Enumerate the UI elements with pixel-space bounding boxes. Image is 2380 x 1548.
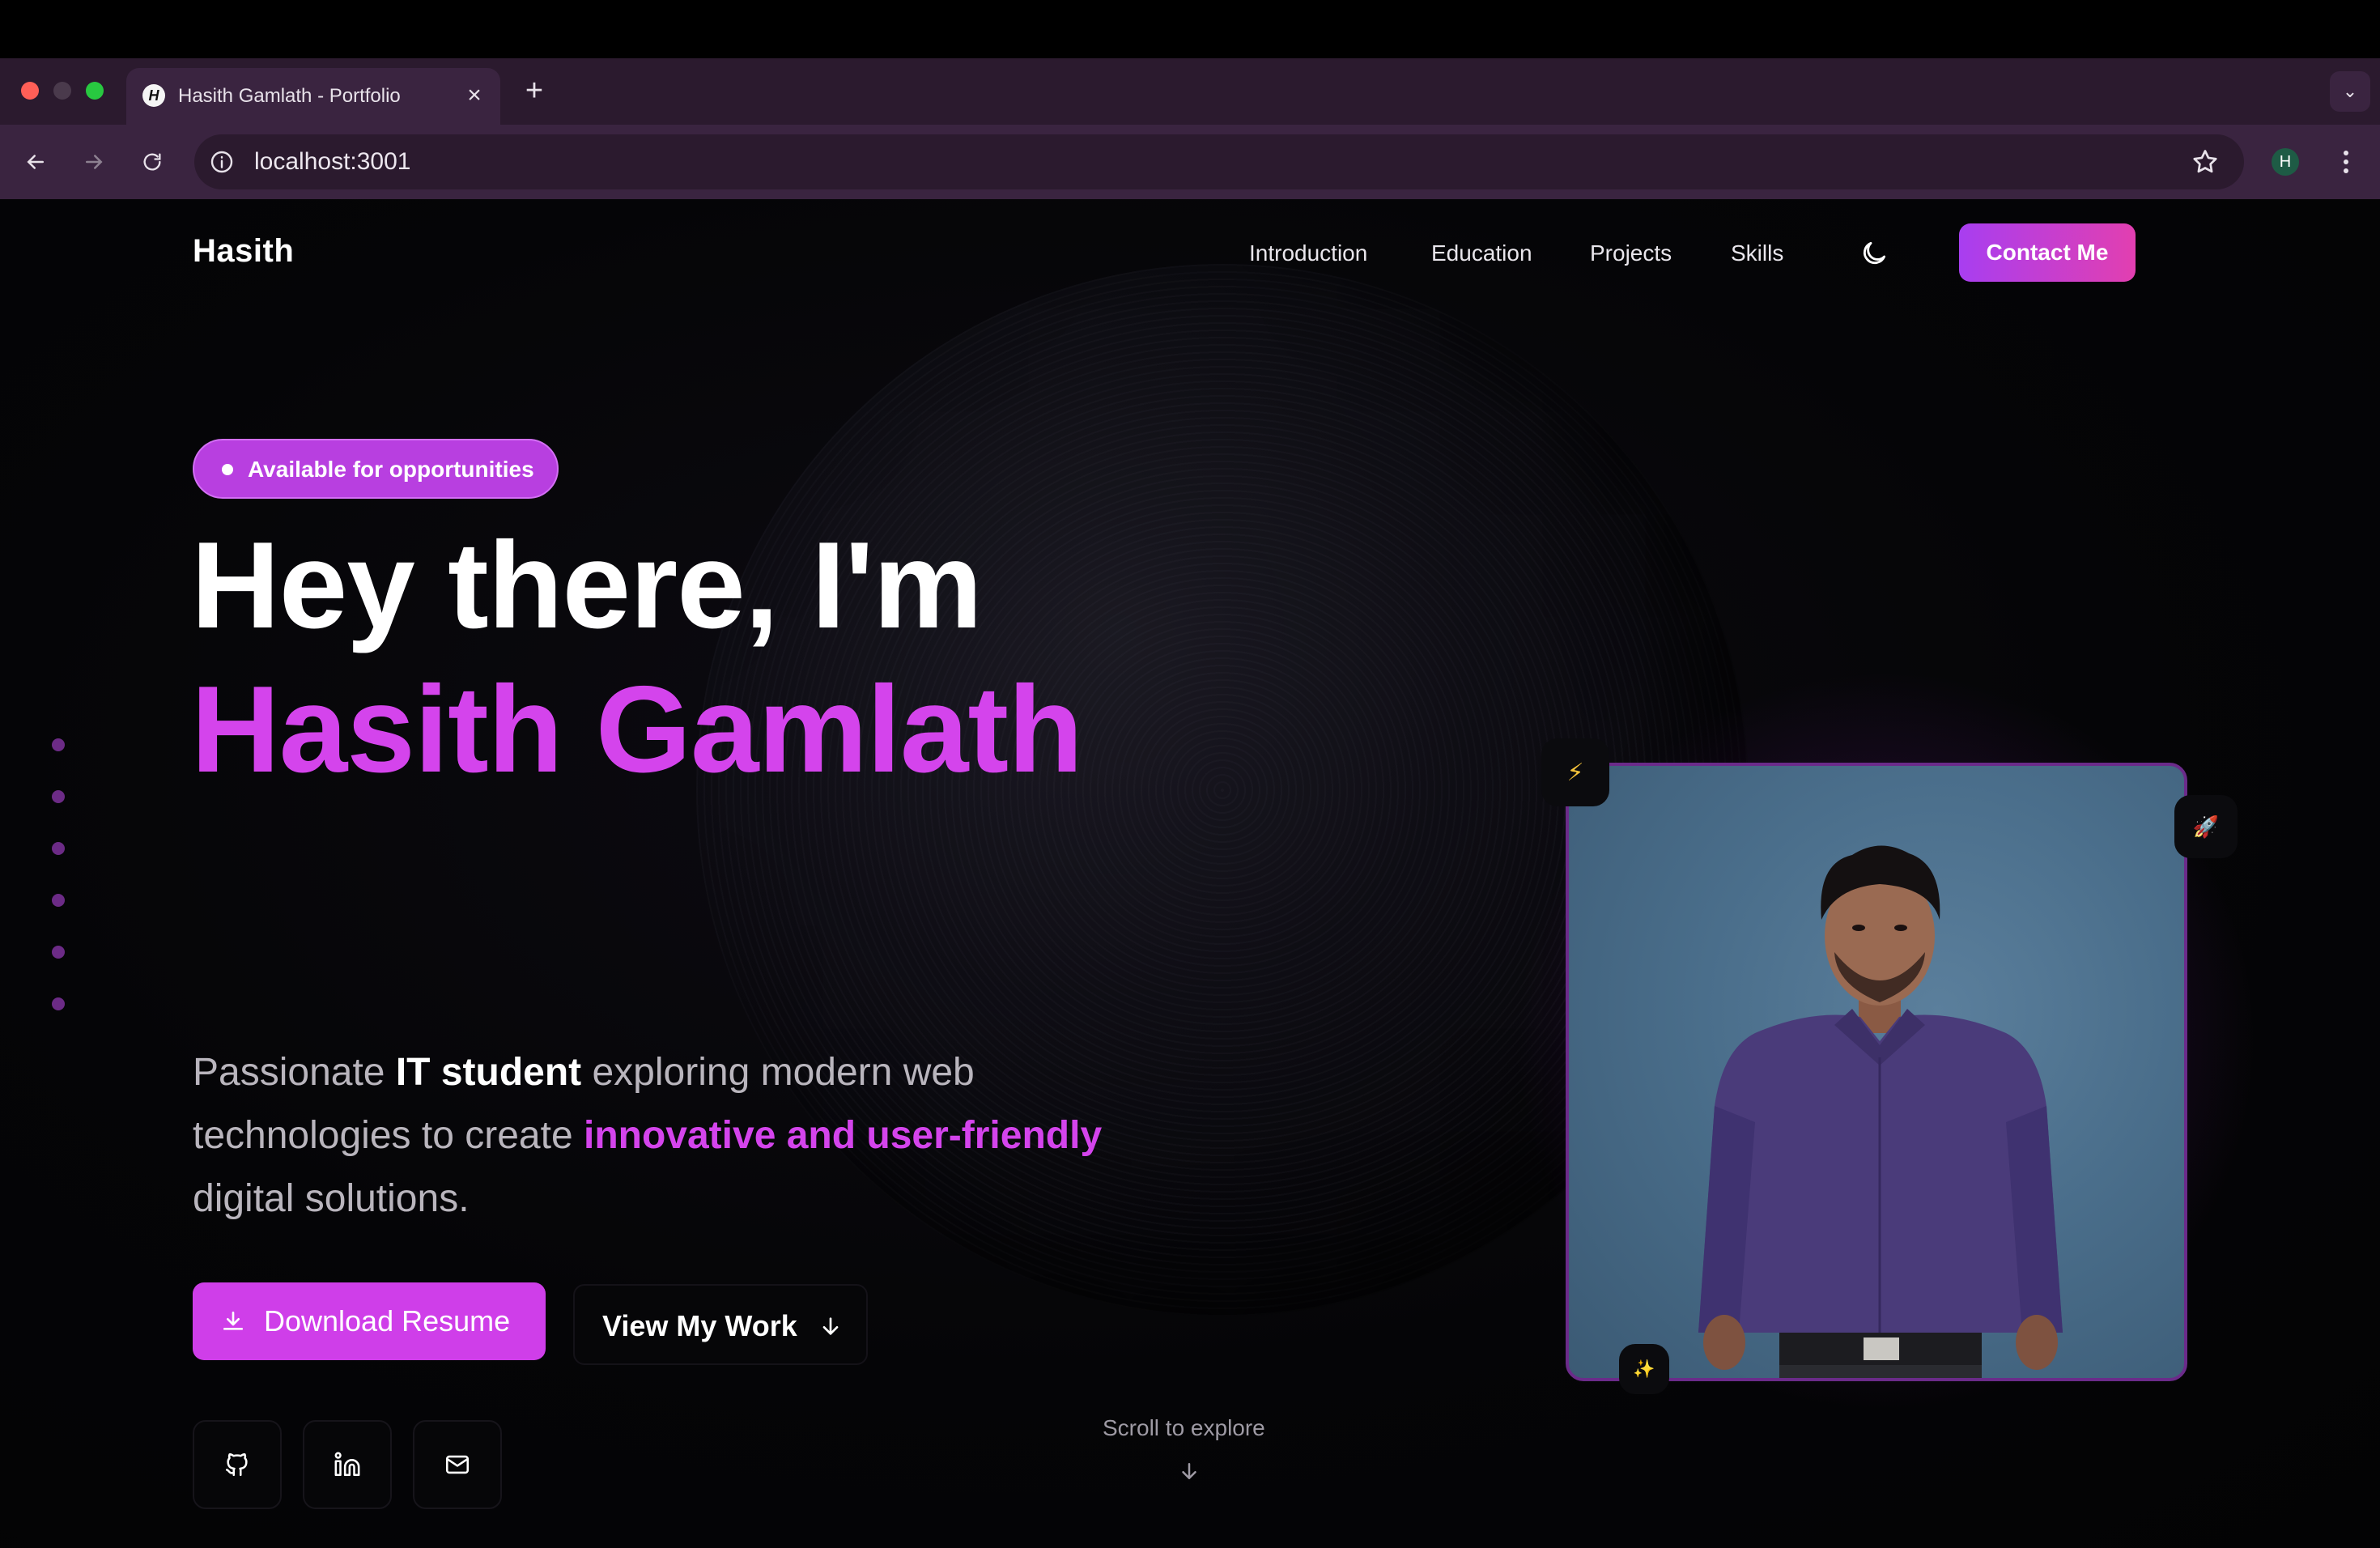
hero-heading-line1: Hey there, I'm bbox=[191, 517, 983, 654]
side-dot bbox=[52, 790, 65, 803]
back-icon[interactable] bbox=[16, 142, 55, 181]
site-info-icon[interactable] bbox=[209, 149, 235, 175]
nav-link-skills[interactable]: Skills bbox=[1731, 240, 1783, 267]
linkedin-icon bbox=[334, 1452, 360, 1477]
reload-icon[interactable] bbox=[133, 142, 172, 181]
profile-photo bbox=[1566, 763, 2187, 1381]
highlight-it-student: IT student bbox=[395, 1051, 582, 1094]
view-my-work-button[interactable]: View My Work bbox=[573, 1284, 868, 1365]
side-dot bbox=[52, 997, 65, 1010]
new-tab-icon[interactable]: + bbox=[518, 74, 550, 107]
linkedin-button[interactable] bbox=[303, 1420, 392, 1509]
side-dot bbox=[52, 894, 65, 907]
profile-avatar[interactable]: H bbox=[2272, 148, 2299, 176]
hero-heading-name: Hasith Gamlath bbox=[191, 661, 1083, 798]
side-dot bbox=[52, 946, 65, 959]
page-viewport: Hasith Introduction Education Projects S… bbox=[0, 199, 2380, 1548]
highlight-innovative: innovative and user-friendly bbox=[583, 1114, 1103, 1157]
bookmark-star-icon[interactable] bbox=[2191, 147, 2220, 176]
hero-description: Passionate IT student exploring modern w… bbox=[193, 1051, 1103, 1220]
github-icon bbox=[225, 1453, 248, 1477]
browser-menu-icon[interactable] bbox=[2330, 146, 2362, 178]
brand-logo[interactable]: Hasith bbox=[193, 233, 294, 270]
scroll-hint[interactable]: Scroll to explore bbox=[1103, 1415, 1265, 1441]
availability-badge: Available for opportunities bbox=[193, 439, 559, 499]
address-bar[interactable]: localhost:3001 bbox=[194, 134, 2244, 189]
tab-search-chevron-icon[interactable]: ⌄ bbox=[2330, 71, 2370, 112]
rocket-badge-icon: 🚀 bbox=[2174, 795, 2238, 858]
person-portrait bbox=[1698, 845, 2063, 1378]
github-button[interactable] bbox=[193, 1420, 282, 1509]
arrow-down-icon bbox=[822, 1317, 839, 1335]
bolt-badge-icon: ⚡ bbox=[1541, 738, 1609, 806]
window-minimize-button[interactable] bbox=[53, 82, 71, 100]
download-resume-button[interactable]: Download Resume bbox=[193, 1282, 546, 1360]
view-my-work-label: View My Work bbox=[602, 1309, 797, 1342]
close-tab-icon[interactable]: × bbox=[460, 81, 489, 110]
tab-title: Hasith Gamlath - Portfolio bbox=[178, 85, 401, 107]
mail-icon bbox=[445, 1455, 470, 1474]
side-dot bbox=[52, 842, 65, 855]
url-text[interactable]: localhost:3001 bbox=[254, 147, 410, 176]
download-icon bbox=[223, 1312, 243, 1330]
sparkle-badge-icon: ✨ bbox=[1619, 1344, 1669, 1394]
download-resume-label: Download Resume bbox=[264, 1304, 511, 1337]
theme-toggle-moon-icon[interactable] bbox=[1859, 238, 1889, 269]
side-dot bbox=[52, 738, 65, 751]
browser-tab-active[interactable]: H Hasith Gamlath - Portfolio × bbox=[126, 68, 500, 125]
favicon-icon: H bbox=[142, 84, 165, 107]
email-button[interactable] bbox=[413, 1420, 502, 1509]
nav-link-education[interactable]: Education bbox=[1431, 240, 1532, 267]
window-zoom-button[interactable] bbox=[86, 82, 104, 100]
status-dot bbox=[222, 464, 233, 475]
forward-icon[interactable] bbox=[74, 142, 113, 181]
scroll-down-icon[interactable] bbox=[1177, 1459, 1201, 1483]
contact-me-button[interactable]: Contact Me bbox=[1959, 223, 2136, 282]
nav-link-introduction[interactable]: Introduction bbox=[1249, 240, 1367, 267]
window-close-button[interactable] bbox=[21, 82, 39, 100]
badge-label: Available for opportunities bbox=[248, 457, 534, 482]
nav-link-projects[interactable]: Projects bbox=[1590, 240, 1672, 267]
